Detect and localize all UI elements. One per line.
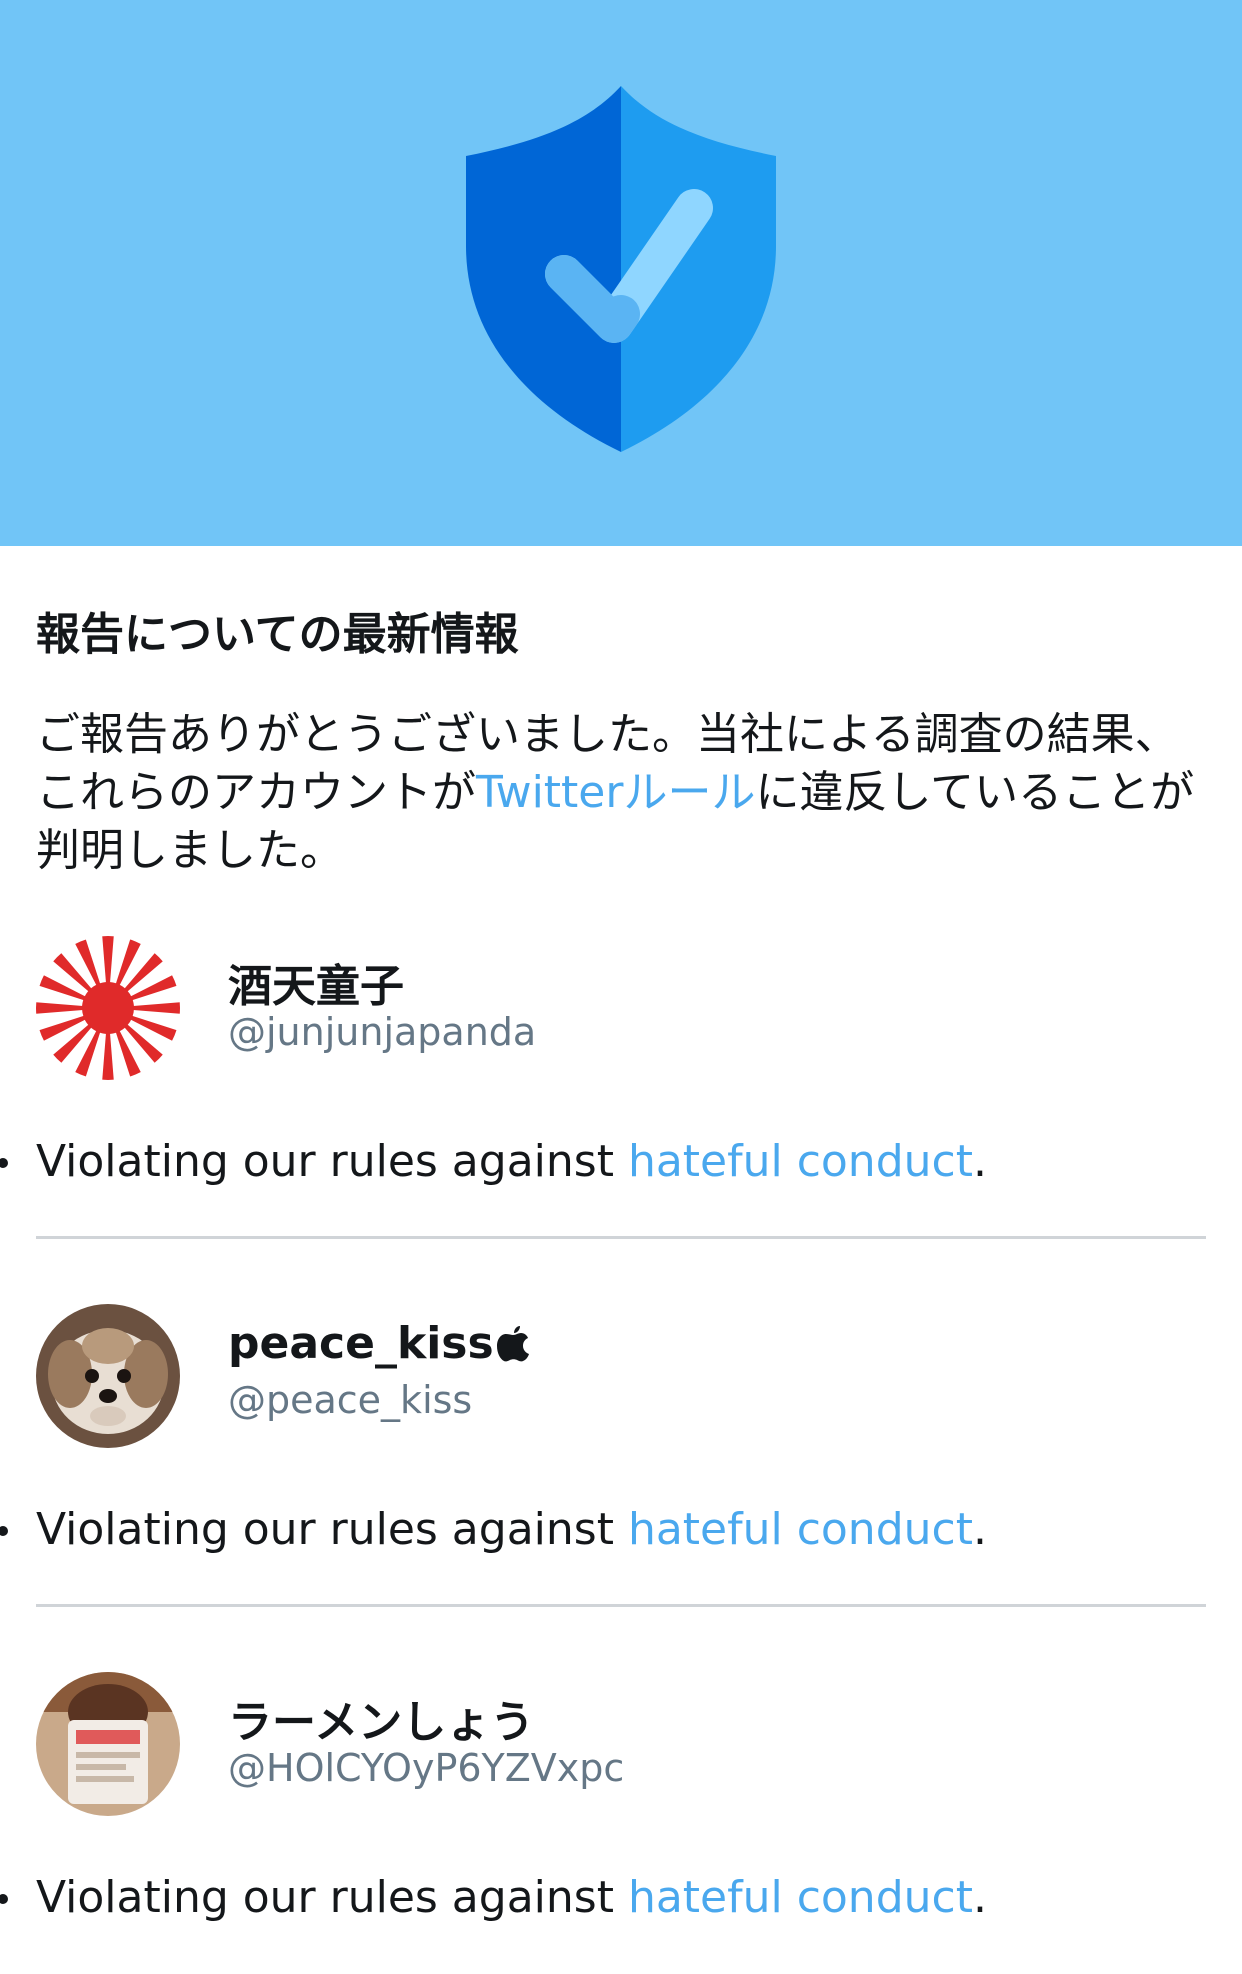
- dog-avatar[interactable]: [36, 1304, 180, 1448]
- violation-period: .: [972, 1504, 987, 1555]
- divider: [36, 1604, 1206, 1607]
- rising-sun-flag-avatar[interactable]: [36, 936, 180, 1080]
- photo-avatar[interactable]: [36, 1672, 180, 1816]
- account-handle[interactable]: @HOlCYOyP6YZVxpc: [228, 1746, 624, 1790]
- report-message: ご報告ありがとうございました。当社による調査の結果、これらのアカウントがTwit…: [36, 706, 1206, 880]
- violation-period: .: [972, 1136, 987, 1187]
- hero-banner: [0, 0, 1242, 546]
- account-handle[interactable]: @peace_kiss: [228, 1378, 472, 1422]
- violation-text: Violating our rules against: [36, 1872, 628, 1923]
- twitter-rules-link[interactable]: Twitterルール: [476, 767, 755, 818]
- shield-check-icon: [466, 86, 776, 452]
- hateful-conduct-link[interactable]: hateful conduct: [628, 1872, 973, 1923]
- account-name-text: peace_kiss: [228, 1318, 494, 1369]
- account-name[interactable]: 酒天童子: [228, 950, 404, 1014]
- violation-text: Violating our rules against: [36, 1136, 628, 1187]
- bullet-icon: [0, 1894, 8, 1904]
- violation-reason: Violating our rules against hateful cond…: [0, 1136, 987, 1187]
- report-title: 報告についての最新情報: [36, 609, 519, 660]
- divider: [36, 1236, 1206, 1239]
- account-name[interactable]: ラーメンしょう: [228, 1686, 534, 1750]
- bullet-icon: [0, 1158, 8, 1168]
- account-handle[interactable]: @junjunjapanda: [228, 1010, 536, 1054]
- apple-icon: [496, 1326, 529, 1362]
- violation-text: Violating our rules against: [36, 1504, 628, 1555]
- account-name[interactable]: peace_kiss: [228, 1318, 530, 1369]
- violation-period: .: [972, 1872, 987, 1923]
- hateful-conduct-link[interactable]: hateful conduct: [628, 1504, 973, 1555]
- violation-reason: Violating our rules against hateful cond…: [0, 1872, 987, 1923]
- violation-reason: Violating our rules against hateful cond…: [0, 1504, 987, 1555]
- hateful-conduct-link[interactable]: hateful conduct: [628, 1136, 973, 1187]
- bullet-icon: [0, 1526, 8, 1536]
